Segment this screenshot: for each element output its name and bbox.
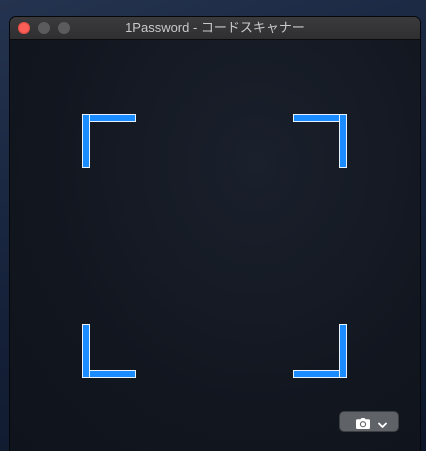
camera-select-button[interactable] xyxy=(340,412,398,431)
camera-icon xyxy=(356,416,370,434)
chevron-down-icon xyxy=(378,417,387,435)
titlebar[interactable]: 1Password - コードスキャナー xyxy=(10,17,420,40)
window-title: 1Password - コードスキャナー xyxy=(125,20,305,35)
scan-frame-corner-bottom-left xyxy=(82,324,136,378)
camera-preview xyxy=(10,40,420,451)
scan-frame-corner-top-left xyxy=(82,114,136,168)
scan-frame-corner-top-right xyxy=(293,114,347,168)
code-scanner-window: 1Password - コードスキャナー xyxy=(10,17,420,451)
scan-frame-corner-bottom-right xyxy=(293,324,347,378)
